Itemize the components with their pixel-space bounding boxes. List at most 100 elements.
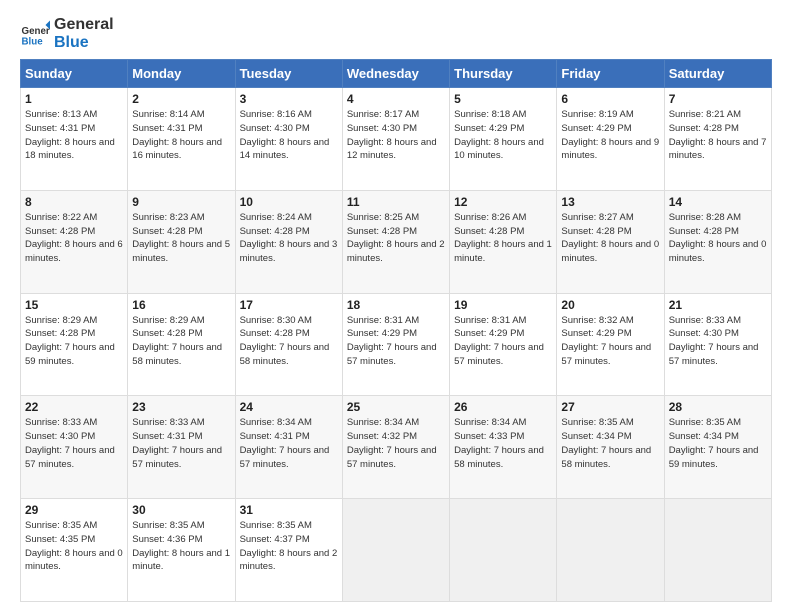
calendar-table: SundayMondayTuesdayWednesdayThursdayFrid… bbox=[20, 59, 772, 602]
calendar-header-saturday: Saturday bbox=[664, 60, 771, 88]
calendar-cell-4-4 bbox=[450, 499, 557, 602]
day-info: Sunrise: 8:14 AMSunset: 4:31 PMDaylight:… bbox=[132, 108, 230, 163]
day-number: 8 bbox=[25, 195, 123, 209]
day-info: Sunrise: 8:34 AMSunset: 4:31 PMDaylight:… bbox=[240, 416, 338, 471]
day-info: Sunrise: 8:34 AMSunset: 4:32 PMDaylight:… bbox=[347, 416, 445, 471]
day-number: 11 bbox=[347, 195, 445, 209]
day-info: Sunrise: 8:24 AMSunset: 4:28 PMDaylight:… bbox=[240, 211, 338, 266]
day-info: Sunrise: 8:19 AMSunset: 4:29 PMDaylight:… bbox=[561, 108, 659, 163]
day-number: 5 bbox=[454, 92, 552, 106]
calendar-cell-1-4: 12Sunrise: 8:26 AMSunset: 4:28 PMDayligh… bbox=[450, 190, 557, 293]
day-info: Sunrise: 8:16 AMSunset: 4:30 PMDaylight:… bbox=[240, 108, 338, 163]
day-number: 28 bbox=[669, 400, 767, 414]
day-info: Sunrise: 8:35 AMSunset: 4:34 PMDaylight:… bbox=[669, 416, 767, 471]
calendar-cell-1-3: 11 Sunrise: 8:25 AMSunset: 4:28 PMDayligh… bbox=[342, 190, 449, 293]
calendar-header-thursday: Thursday bbox=[450, 60, 557, 88]
day-number: 15 bbox=[25, 298, 123, 312]
day-number: 30 bbox=[132, 503, 230, 517]
day-number: 9 bbox=[132, 195, 230, 209]
calendar-cell-3-3: 25 Sunrise: 8:34 AMSunset: 4:32 PMDayligh… bbox=[342, 396, 449, 499]
day-info: Sunrise: 8:28 AMSunset: 4:28 PMDaylight:… bbox=[669, 211, 767, 266]
calendar-cell-4-1: 30 Sunrise: 8:35 AMSunset: 4:36 PMDayligh… bbox=[128, 499, 235, 602]
calendar-cell-4-3 bbox=[342, 499, 449, 602]
calendar-cell-0-2: 3Sunrise: 8:16 AMSunset: 4:30 PMDaylight… bbox=[235, 88, 342, 191]
calendar-cell-2-4: 19 Sunrise: 8:31 AMSunset: 4:29 PMDayligh… bbox=[450, 293, 557, 396]
svg-text:General: General bbox=[22, 26, 51, 37]
day-info: Sunrise: 8:30 AMSunset: 4:28 PMDaylight:… bbox=[240, 314, 338, 369]
day-info: Sunrise: 8:35 AMSunset: 4:37 PMDaylight:… bbox=[240, 519, 338, 574]
day-number: 10 bbox=[240, 195, 338, 209]
calendar-cell-2-2: 17 Sunrise: 8:30 AMSunset: 4:28 PMDayligh… bbox=[235, 293, 342, 396]
calendar-cell-2-6: 21Sunrise: 8:33 AMSunset: 4:30 PMDayligh… bbox=[664, 293, 771, 396]
day-number: 14 bbox=[669, 195, 767, 209]
day-number: 21 bbox=[669, 298, 767, 312]
day-info: Sunrise: 8:32 AMSunset: 4:29 PMDaylight:… bbox=[561, 314, 659, 369]
day-info: Sunrise: 8:31 AMSunset: 4:29 PMDaylight:… bbox=[454, 314, 552, 369]
day-number: 23 bbox=[132, 400, 230, 414]
day-info: Sunrise: 8:22 AMSunset: 4:28 PMDaylight:… bbox=[25, 211, 123, 266]
day-number: 6 bbox=[561, 92, 659, 106]
day-info: Sunrise: 8:29 AMSunset: 4:28 PMDaylight:… bbox=[25, 314, 123, 369]
calendar-cell-1-5: 13Sunrise: 8:27 AMSunset: 4:28 PMDayligh… bbox=[557, 190, 664, 293]
logo-blue: Blue bbox=[54, 34, 114, 52]
calendar-cell-3-6: 28 Sunrise: 8:35 AMSunset: 4:34 PMDayligh… bbox=[664, 396, 771, 499]
calendar-cell-4-6 bbox=[664, 499, 771, 602]
calendar-cell-3-0: 22Sunrise: 8:33 AMSunset: 4:30 PMDayligh… bbox=[21, 396, 128, 499]
calendar-cell-4-5 bbox=[557, 499, 664, 602]
day-info: Sunrise: 8:18 AMSunset: 4:29 PMDaylight:… bbox=[454, 108, 552, 163]
day-number: 26 bbox=[454, 400, 552, 414]
calendar-cell-0-1: 2 Sunrise: 8:14 AMSunset: 4:31 PMDaylight… bbox=[128, 88, 235, 191]
day-number: 4 bbox=[347, 92, 445, 106]
day-number: 19 bbox=[454, 298, 552, 312]
calendar-cell-4-0: 29Sunrise: 8:35 AMSunset: 4:35 PMDayligh… bbox=[21, 499, 128, 602]
day-info: Sunrise: 8:35 AMSunset: 4:36 PMDaylight:… bbox=[132, 519, 230, 574]
day-number: 18 bbox=[347, 298, 445, 312]
calendar-cell-0-3: 4 Sunrise: 8:17 AMSunset: 4:30 PMDaylight… bbox=[342, 88, 449, 191]
calendar-header-friday: Friday bbox=[557, 60, 664, 88]
logo-general: General bbox=[54, 16, 114, 34]
calendar-cell-1-6: 14 Sunrise: 8:28 AMSunset: 4:28 PMDayligh… bbox=[664, 190, 771, 293]
calendar-cell-4-2: 31Sunrise: 8:35 AMSunset: 4:37 PMDayligh… bbox=[235, 499, 342, 602]
day-info: Sunrise: 8:35 AMSunset: 4:34 PMDaylight:… bbox=[561, 416, 659, 471]
calendar-header-row: SundayMondayTuesdayWednesdayThursdayFrid… bbox=[21, 60, 772, 88]
day-number: 17 bbox=[240, 298, 338, 312]
day-info: Sunrise: 8:35 AMSunset: 4:35 PMDaylight:… bbox=[25, 519, 123, 574]
day-info: Sunrise: 8:25 AMSunset: 4:28 PMDaylight:… bbox=[347, 211, 445, 266]
day-info: Sunrise: 8:29 AMSunset: 4:28 PMDaylight:… bbox=[132, 314, 230, 369]
day-info: Sunrise: 8:21 AMSunset: 4:28 PMDaylight:… bbox=[669, 108, 767, 163]
day-number: 27 bbox=[561, 400, 659, 414]
calendar-cell-1-1: 9 Sunrise: 8:23 AMSunset: 4:28 PMDaylight… bbox=[128, 190, 235, 293]
logo: General Blue General Blue bbox=[20, 16, 114, 51]
calendar-header-wednesday: Wednesday bbox=[342, 60, 449, 88]
day-number: 7 bbox=[669, 92, 767, 106]
day-number: 2 bbox=[132, 92, 230, 106]
calendar-cell-3-1: 23 Sunrise: 8:33 AMSunset: 4:31 PMDayligh… bbox=[128, 396, 235, 499]
calendar-header-monday: Monday bbox=[128, 60, 235, 88]
day-number: 22 bbox=[25, 400, 123, 414]
calendar-cell-2-3: 18 Sunrise: 8:31 AMSunset: 4:29 PMDayligh… bbox=[342, 293, 449, 396]
day-number: 20 bbox=[561, 298, 659, 312]
calendar-cell-0-4: 5 Sunrise: 8:18 AMSunset: 4:29 PMDaylight… bbox=[450, 88, 557, 191]
day-info: Sunrise: 8:31 AMSunset: 4:29 PMDaylight:… bbox=[347, 314, 445, 369]
day-number: 25 bbox=[347, 400, 445, 414]
day-info: Sunrise: 8:17 AMSunset: 4:30 PMDaylight:… bbox=[347, 108, 445, 163]
calendar-cell-2-1: 16 Sunrise: 8:29 AMSunset: 4:28 PMDayligh… bbox=[128, 293, 235, 396]
calendar-week-3: 22Sunrise: 8:33 AMSunset: 4:30 PMDayligh… bbox=[21, 396, 772, 499]
day-info: Sunrise: 8:34 AMSunset: 4:33 PMDaylight:… bbox=[454, 416, 552, 471]
day-number: 24 bbox=[240, 400, 338, 414]
calendar-cell-3-2: 24 Sunrise: 8:34 AMSunset: 4:31 PMDayligh… bbox=[235, 396, 342, 499]
day-info: Sunrise: 8:23 AMSunset: 4:28 PMDaylight:… bbox=[132, 211, 230, 266]
calendar-cell-2-0: 15 Sunrise: 8:29 AMSunset: 4:28 PMDayligh… bbox=[21, 293, 128, 396]
day-info: Sunrise: 8:13 AMSunset: 4:31 PMDaylight:… bbox=[25, 108, 123, 163]
calendar-header-sunday: Sunday bbox=[21, 60, 128, 88]
day-info: Sunrise: 8:26 AMSunset: 4:28 PMDaylight:… bbox=[454, 211, 552, 266]
calendar-cell-2-5: 20 Sunrise: 8:32 AMSunset: 4:29 PMDayligh… bbox=[557, 293, 664, 396]
calendar-week-1: 8 Sunrise: 8:22 AMSunset: 4:28 PMDaylight… bbox=[21, 190, 772, 293]
day-info: Sunrise: 8:33 AMSunset: 4:31 PMDaylight:… bbox=[132, 416, 230, 471]
svg-text:Blue: Blue bbox=[22, 36, 44, 47]
calendar-cell-0-6: 7 Sunrise: 8:21 AMSunset: 4:28 PMDaylight… bbox=[664, 88, 771, 191]
calendar-cell-3-4: 26 Sunrise: 8:34 AMSunset: 4:33 PMDayligh… bbox=[450, 396, 557, 499]
header: General Blue General Blue bbox=[20, 16, 772, 51]
day-number: 16 bbox=[132, 298, 230, 312]
calendar-week-4: 29Sunrise: 8:35 AMSunset: 4:35 PMDayligh… bbox=[21, 499, 772, 602]
